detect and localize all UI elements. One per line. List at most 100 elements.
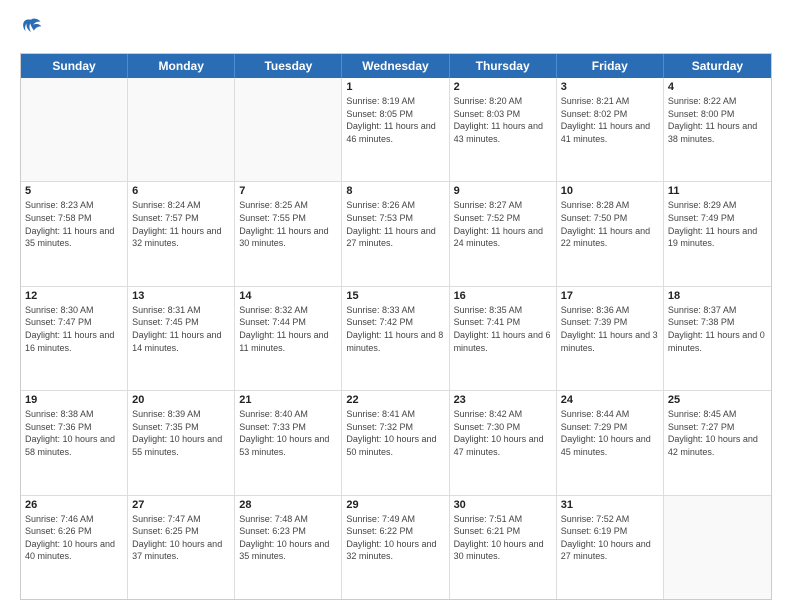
calendar-cell: 24Sunrise: 8:44 AM Sunset: 7:29 PM Dayli…: [557, 391, 664, 494]
day-number: 13: [132, 290, 230, 302]
cal-day-header: Tuesday: [235, 54, 342, 78]
day-info: Sunrise: 8:44 AM Sunset: 7:29 PM Dayligh…: [561, 408, 659, 458]
calendar-cell: 2 Sunrise: 8:20 AM Sunset: 8:03 PM Daylig…: [450, 78, 557, 181]
calendar-cell: 26 Sunrise: 7:46 AM Sunset: 6:26 PM Dayli…: [21, 496, 128, 599]
day-number: 30: [454, 499, 552, 511]
calendar-cell: [664, 496, 771, 599]
day-info: Sunrise: 7:49 AM Sunset: 6:22 PM Dayligh…: [346, 513, 444, 563]
day-info: Sunrise: 8:28 AM Sunset: 7:50 PM Dayligh…: [561, 199, 659, 249]
day-number: 5: [25, 185, 123, 197]
day-info: Sunrise: 8:38 AM Sunset: 7:36 PM Dayligh…: [25, 408, 123, 458]
day-info: Sunrise: 8:36 AM Sunset: 7:39 PM Dayligh…: [561, 304, 659, 354]
day-number: 11: [668, 185, 767, 197]
day-info: Sunrise: 8:32 AM Sunset: 7:44 PM Dayligh…: [239, 304, 337, 354]
day-info: Sunrise: 8:27 AM Sunset: 7:52 PM Dayligh…: [454, 199, 552, 249]
day-number: 20: [132, 394, 230, 406]
day-info: Sunrise: 7:46 AM Sunset: 6:26 PM Dayligh…: [25, 513, 123, 563]
calendar-cell: 15Sunrise: 8:33 AM Sunset: 7:42 PM Dayli…: [342, 287, 449, 390]
cal-day-header: Thursday: [450, 54, 557, 78]
day-info: Sunrise: 8:20 AM Sunset: 8:03 PM Dayligh…: [454, 95, 552, 145]
calendar-cell: 29Sunrise: 7:49 AM Sunset: 6:22 PM Dayli…: [342, 496, 449, 599]
calendar-cell: 27Sunrise: 7:47 AM Sunset: 6:25 PM Dayli…: [128, 496, 235, 599]
day-number: 23: [454, 394, 552, 406]
calendar-cell: 17 Sunrise: 8:36 AM Sunset: 7:39 PM Dayli…: [557, 287, 664, 390]
day-number: 22: [346, 394, 444, 406]
day-info: Sunrise: 8:19 AM Sunset: 8:05 PM Dayligh…: [346, 95, 444, 145]
calendar-cell: 30 Sunrise: 7:51 AM Sunset: 6:21 PM Dayli…: [450, 496, 557, 599]
day-number: 31: [561, 499, 659, 511]
calendar-cell: 3Sunrise: 8:21 AM Sunset: 8:02 PM Daylig…: [557, 78, 664, 181]
day-number: 16: [454, 290, 552, 302]
calendar-cell: 4 Sunrise: 8:22 AM Sunset: 8:00 PM Daylig…: [664, 78, 771, 181]
logo-bird-icon: [20, 16, 42, 38]
calendar-cell: 5 Sunrise: 8:23 AM Sunset: 7:58 PM Daylig…: [21, 182, 128, 285]
day-number: 12: [25, 290, 123, 302]
cal-day-header: Saturday: [664, 54, 771, 78]
day-number: 18: [668, 290, 767, 302]
day-number: 6: [132, 185, 230, 197]
day-info: Sunrise: 8:31 AM Sunset: 7:45 PM Dayligh…: [132, 304, 230, 354]
calendar-cell: 22 Sunrise: 8:41 AM Sunset: 7:32 PM Dayli…: [342, 391, 449, 494]
day-info: Sunrise: 8:24 AM Sunset: 7:57 PM Dayligh…: [132, 199, 230, 249]
day-number: 9: [454, 185, 552, 197]
cal-day-header: Friday: [557, 54, 664, 78]
day-number: 1: [346, 81, 444, 93]
calendar-cell: 19 Sunrise: 8:38 AM Sunset: 7:36 PM Dayli…: [21, 391, 128, 494]
day-info: Sunrise: 7:51 AM Sunset: 6:21 PM Dayligh…: [454, 513, 552, 563]
calendar-cell: 12 Sunrise: 8:30 AM Sunset: 7:47 PM Dayli…: [21, 287, 128, 390]
day-info: Sunrise: 8:23 AM Sunset: 7:58 PM Dayligh…: [25, 199, 123, 249]
day-number: 8: [346, 185, 444, 197]
day-info: Sunrise: 8:26 AM Sunset: 7:53 PM Dayligh…: [346, 199, 444, 249]
day-number: 3: [561, 81, 659, 93]
calendar-cell: 1 Sunrise: 8:19 AM Sunset: 8:05 PM Daylig…: [342, 78, 449, 181]
page: SundayMondayTuesdayWednesdayThursdayFrid…: [0, 0, 792, 612]
calendar-week-row: 26 Sunrise: 7:46 AM Sunset: 6:26 PM Dayli…: [21, 496, 771, 599]
day-number: 19: [25, 394, 123, 406]
calendar: SundayMondayTuesdayWednesdayThursdayFrid…: [20, 53, 772, 600]
day-number: 17: [561, 290, 659, 302]
day-info: Sunrise: 8:40 AM Sunset: 7:33 PM Dayligh…: [239, 408, 337, 458]
day-info: Sunrise: 8:41 AM Sunset: 7:32 PM Dayligh…: [346, 408, 444, 458]
calendar-week-row: 12 Sunrise: 8:30 AM Sunset: 7:47 PM Dayli…: [21, 287, 771, 391]
day-number: 27: [132, 499, 230, 511]
day-number: 28: [239, 499, 337, 511]
calendar-cell: [128, 78, 235, 181]
calendar-header-row: SundayMondayTuesdayWednesdayThursdayFrid…: [21, 54, 771, 78]
calendar-cell: 21 Sunrise: 8:40 AM Sunset: 7:33 PM Dayli…: [235, 391, 342, 494]
calendar-cell: 13 Sunrise: 8:31 AM Sunset: 7:45 PM Dayli…: [128, 287, 235, 390]
day-info: Sunrise: 8:37 AM Sunset: 7:38 PM Dayligh…: [668, 304, 767, 354]
day-number: 25: [668, 394, 767, 406]
day-info: Sunrise: 8:29 AM Sunset: 7:49 PM Dayligh…: [668, 199, 767, 249]
cal-day-header: Monday: [128, 54, 235, 78]
day-number: 21: [239, 394, 337, 406]
header: [20, 16, 772, 43]
day-info: Sunrise: 8:35 AM Sunset: 7:41 PM Dayligh…: [454, 304, 552, 354]
day-number: 4: [668, 81, 767, 93]
day-info: Sunrise: 7:52 AM Sunset: 6:19 PM Dayligh…: [561, 513, 659, 563]
day-info: Sunrise: 8:39 AM Sunset: 7:35 PM Dayligh…: [132, 408, 230, 458]
day-number: 10: [561, 185, 659, 197]
day-number: 26: [25, 499, 123, 511]
calendar-cell: 25 Sunrise: 8:45 AM Sunset: 7:27 PM Dayli…: [664, 391, 771, 494]
calendar-cell: 9 Sunrise: 8:27 AM Sunset: 7:52 PM Daylig…: [450, 182, 557, 285]
calendar-cell: 31 Sunrise: 7:52 AM Sunset: 6:19 PM Dayli…: [557, 496, 664, 599]
calendar-cell: 18 Sunrise: 8:37 AM Sunset: 7:38 PM Dayli…: [664, 287, 771, 390]
calendar-cell: 10 Sunrise: 8:28 AM Sunset: 7:50 PM Dayli…: [557, 182, 664, 285]
day-info: Sunrise: 8:22 AM Sunset: 8:00 PM Dayligh…: [668, 95, 767, 145]
day-info: Sunrise: 8:25 AM Sunset: 7:55 PM Dayligh…: [239, 199, 337, 249]
calendar-cell: 16 Sunrise: 8:35 AM Sunset: 7:41 PM Dayli…: [450, 287, 557, 390]
day-number: 2: [454, 81, 552, 93]
calendar-cell: 28Sunrise: 7:48 AM Sunset: 6:23 PM Dayli…: [235, 496, 342, 599]
calendar-cell: [235, 78, 342, 181]
cal-day-header: Sunday: [21, 54, 128, 78]
day-number: 7: [239, 185, 337, 197]
calendar-cell: 20 Sunrise: 8:39 AM Sunset: 7:35 PM Dayli…: [128, 391, 235, 494]
calendar-cell: 7 Sunrise: 8:25 AM Sunset: 7:55 PM Daylig…: [235, 182, 342, 285]
calendar-cell: 14Sunrise: 8:32 AM Sunset: 7:44 PM Dayli…: [235, 287, 342, 390]
day-info: Sunrise: 8:30 AM Sunset: 7:47 PM Dayligh…: [25, 304, 123, 354]
calendar-week-row: 1 Sunrise: 8:19 AM Sunset: 8:05 PM Daylig…: [21, 78, 771, 182]
calendar-cell: 8 Sunrise: 8:26 AM Sunset: 7:53 PM Daylig…: [342, 182, 449, 285]
calendar-week-row: 5 Sunrise: 8:23 AM Sunset: 7:58 PM Daylig…: [21, 182, 771, 286]
day-info: Sunrise: 8:45 AM Sunset: 7:27 PM Dayligh…: [668, 408, 767, 458]
cal-day-header: Wednesday: [342, 54, 449, 78]
